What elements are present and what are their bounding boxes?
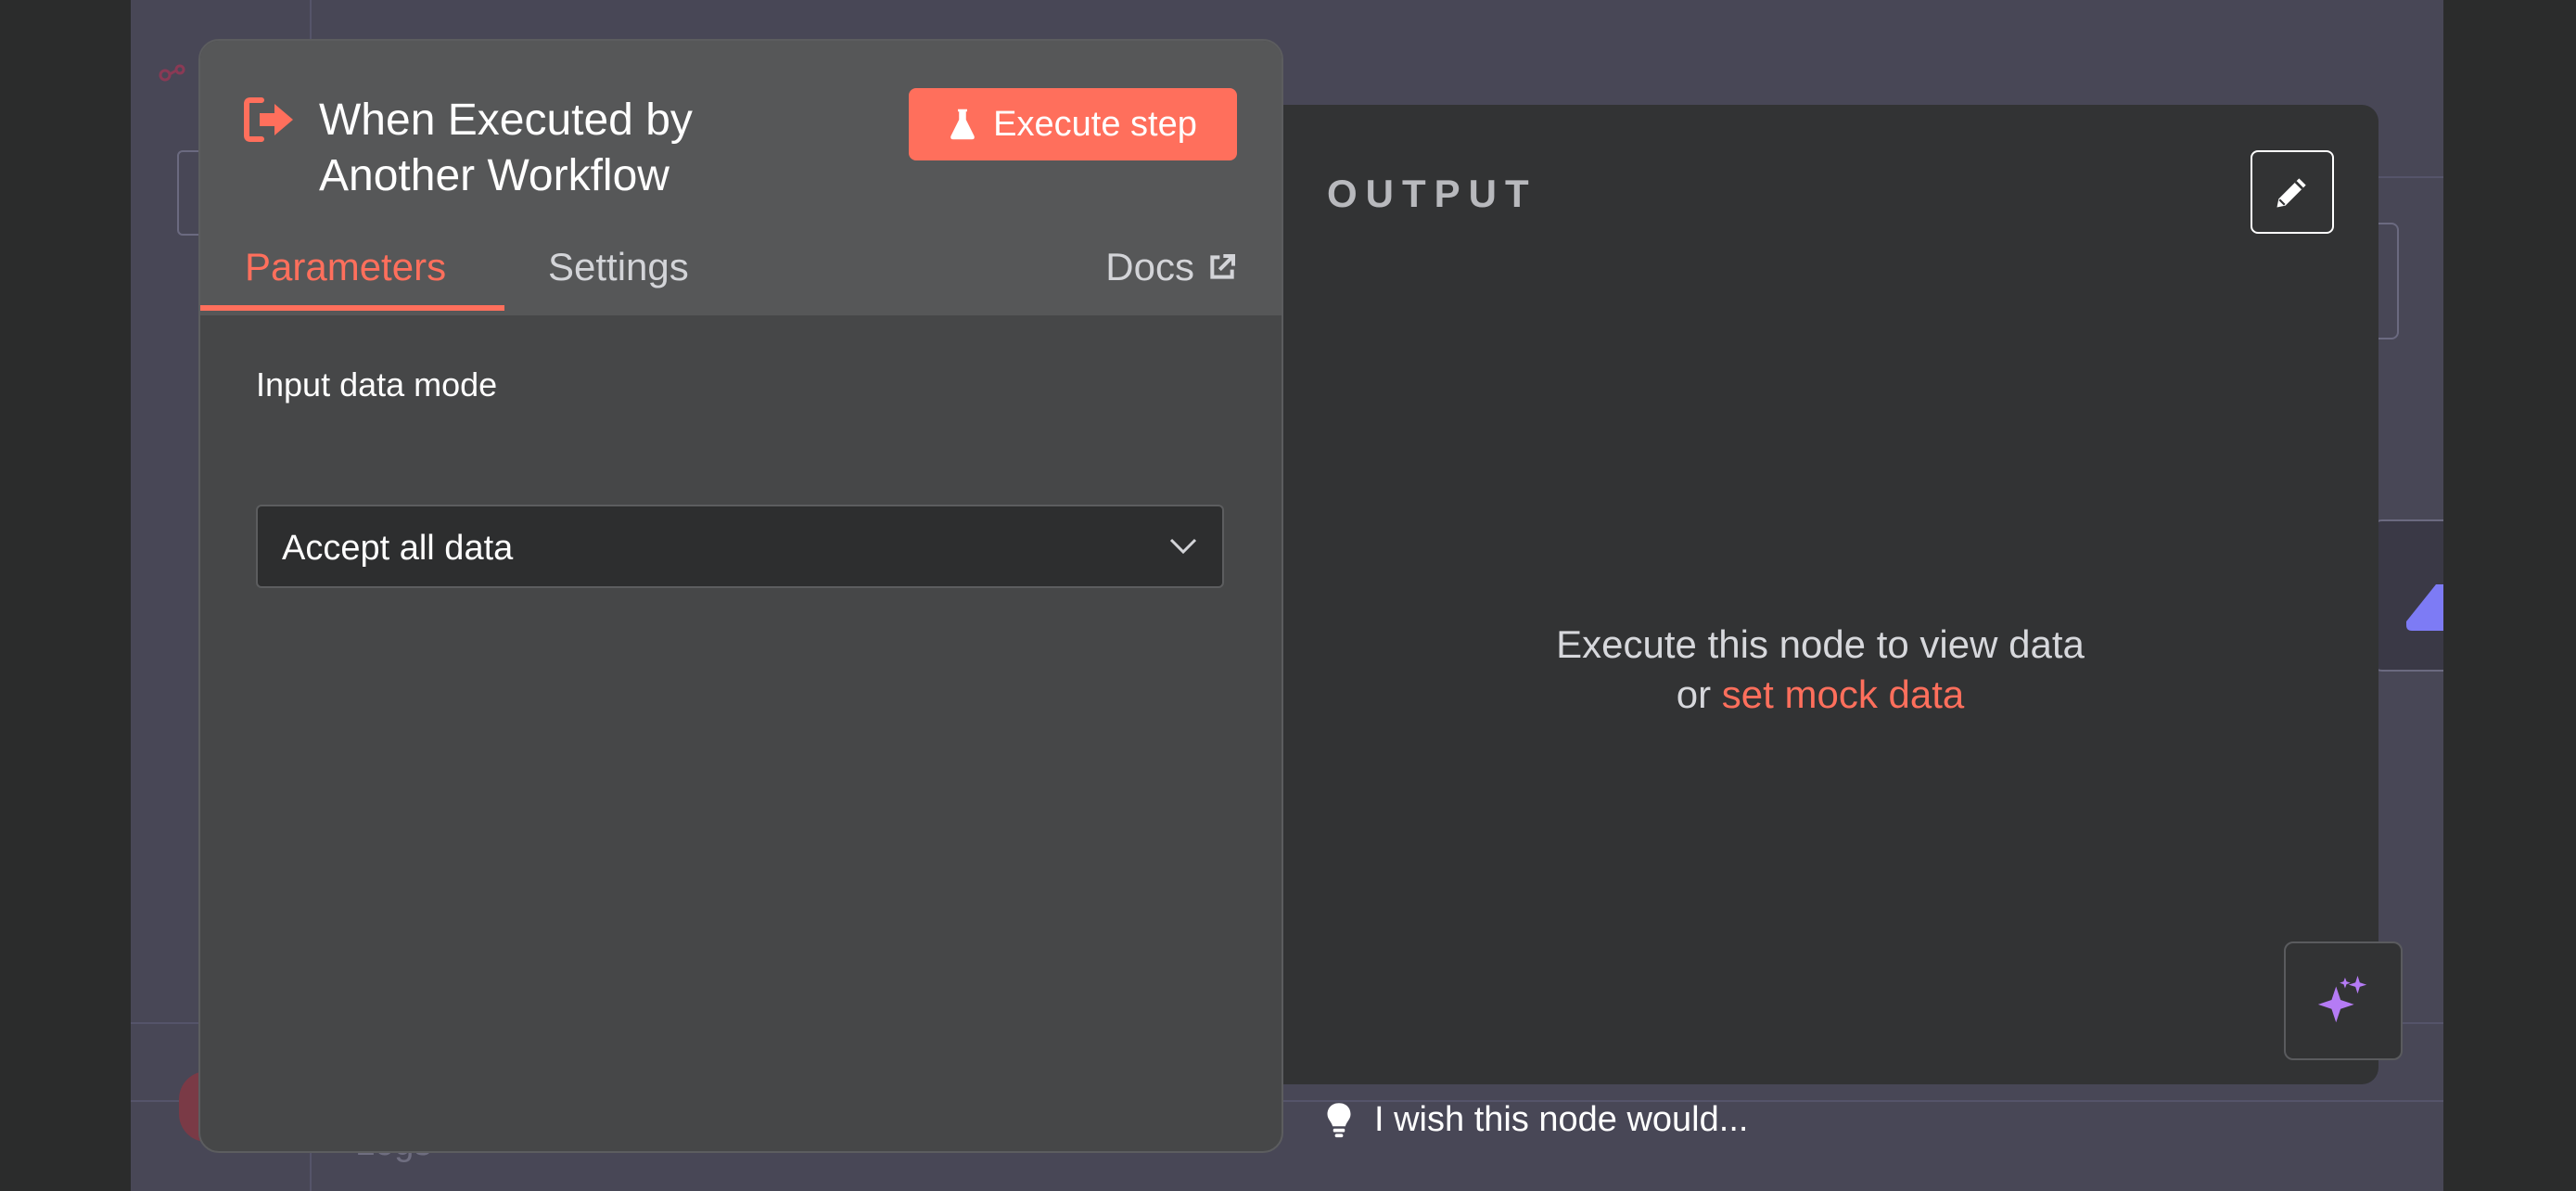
docs-label: Docs (1105, 245, 1194, 288)
execute-step-button[interactable]: Execute step (909, 88, 1237, 160)
lightbulb-icon (1327, 1102, 1351, 1137)
empty-state-line-2: or set mock data (1262, 670, 2378, 720)
backdrop-logo-icon (159, 64, 185, 82)
flask-icon (950, 109, 975, 140)
node-header: When Executed by Another Workflow Execut… (200, 41, 1282, 315)
trigger-icon (244, 97, 293, 142)
node-title[interactable]: When Executed by Another Workflow (319, 93, 838, 204)
ai-assistant-button[interactable] (2284, 941, 2403, 1060)
output-title: OUTPUT (1327, 172, 1537, 215)
sparkles-icon (2317, 975, 2367, 1023)
chevron-down-icon (1169, 538, 1197, 555)
output-panel: OUTPUT Execute this node to view data or… (1262, 105, 2378, 1084)
input-data-mode-select[interactable]: Accept all data (256, 505, 1224, 588)
active-tab-indicator (200, 305, 504, 311)
empty-state-prefix: or (1676, 672, 1712, 716)
edit-output-button[interactable] (2251, 150, 2334, 234)
docs-link[interactable]: Docs (1105, 245, 1237, 289)
feedback-text: I wish this node would... (1374, 1100, 1749, 1139)
output-empty-state: Execute this node to view data or set mo… (1262, 620, 2378, 720)
node-parameters-panel: When Executed by Another Workflow Execut… (198, 39, 1283, 1153)
input-data-mode-label: Input data mode (256, 365, 498, 403)
node-feedback-prompt[interactable]: I wish this node would... (1324, 1100, 1748, 1140)
set-mock-data-link[interactable]: set mock data (1722, 672, 1964, 716)
select-value: Accept all data (282, 529, 514, 568)
execute-step-label: Execute step (993, 104, 1197, 144)
node-shape-icon (2406, 584, 2443, 631)
pencil-icon (2276, 178, 2306, 208)
external-link-icon (1210, 254, 1235, 279)
tab-settings[interactable]: Settings (548, 245, 689, 289)
empty-state-line: Execute this node to view data (1556, 622, 2085, 666)
tab-parameters[interactable]: Parameters (245, 245, 446, 289)
